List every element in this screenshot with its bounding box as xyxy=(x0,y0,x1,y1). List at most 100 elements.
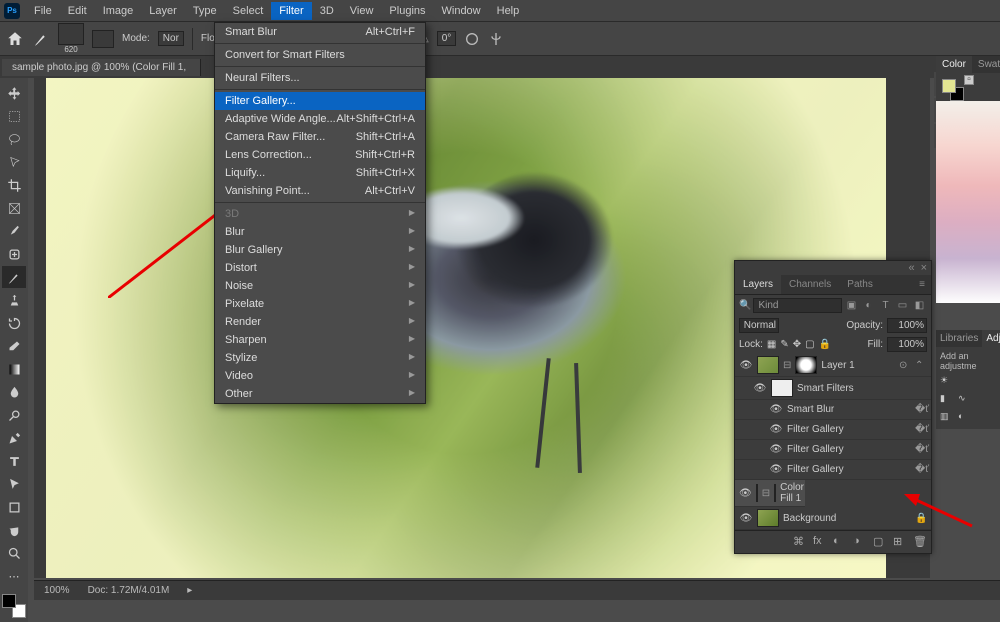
menu-type[interactable]: Type xyxy=(185,2,225,20)
close-panel-icon[interactable]: × xyxy=(921,262,927,274)
healing-tool[interactable] xyxy=(2,243,26,265)
new-layer-icon[interactable]: ⊞ xyxy=(893,535,907,549)
menu-item-render[interactable]: Render xyxy=(215,313,425,331)
photo-filter-adj-icon[interactable]: ◐ xyxy=(958,411,972,425)
menu-item-distort[interactable]: Distort xyxy=(215,259,425,277)
fill-thumb[interactable] xyxy=(756,484,758,502)
menu-filter[interactable]: Filter xyxy=(271,2,311,20)
layer-row-smart-blur[interactable]: 👁Smart Blur�ť xyxy=(735,400,931,420)
brush-tool[interactable] xyxy=(2,266,26,288)
foreground-swatch[interactable] xyxy=(2,594,16,608)
blur-tool[interactable] xyxy=(2,381,26,403)
lock-artboard-icon[interactable]: ▢ xyxy=(805,339,814,350)
layer-filter-select[interactable]: Kind xyxy=(753,298,842,313)
menu-item-camera-raw-filter[interactable]: Camera Raw Filter...Shift+Ctrl+A xyxy=(215,128,425,146)
filter-blend-icon[interactable]: �ť xyxy=(915,464,927,475)
symmetry-icon[interactable] xyxy=(488,31,504,47)
filter-smart-icon[interactable]: ◧ xyxy=(912,298,927,313)
filter-shape-icon[interactable]: ▭ xyxy=(895,298,910,313)
menu-item-blur-gallery[interactable]: Blur Gallery xyxy=(215,241,425,259)
quick-select-tool[interactable] xyxy=(2,151,26,173)
hand-tool[interactable] xyxy=(2,519,26,541)
color-tab[interactable]: Color xyxy=(936,56,972,73)
edit-toolbar-icon[interactable]: ⋯ xyxy=(2,565,26,587)
menu-help[interactable]: Help xyxy=(489,2,528,20)
filter-pixel-icon[interactable]: ▣ xyxy=(844,298,859,313)
color-spectrum[interactable] xyxy=(936,101,1000,303)
lasso-tool[interactable] xyxy=(2,128,26,150)
menu-file[interactable]: File xyxy=(26,2,60,20)
menu-edit[interactable]: Edit xyxy=(60,2,95,20)
filter-adj-icon[interactable]: ◐ xyxy=(861,298,876,313)
layer-mask-thumb[interactable] xyxy=(795,356,817,374)
layer-row-layer-1[interactable]: 👁⊟Layer 1⊙⌃ xyxy=(735,354,931,377)
menu-item-noise[interactable]: Noise xyxy=(215,277,425,295)
clone-stamp-tool[interactable] xyxy=(2,289,26,311)
menu-item-smart-blur[interactable]: Smart BlurAlt+Ctrl+F xyxy=(215,23,425,41)
channels-tab[interactable]: Channels xyxy=(781,275,839,294)
eraser-tool[interactable] xyxy=(2,335,26,357)
angle-field[interactable]: 0° xyxy=(437,31,457,46)
visibility-eye-icon[interactable]: 👁 xyxy=(739,360,753,371)
layer-thumb[interactable] xyxy=(757,356,779,374)
gradient-tool[interactable] xyxy=(2,358,26,380)
menu-3d[interactable]: 3D xyxy=(312,2,342,20)
layer-row-filter-gallery[interactable]: 👁Filter Gallery�ť xyxy=(735,440,931,460)
visibility-eye-icon[interactable]: 👁 xyxy=(769,464,783,475)
status-arrow-icon[interactable]: ▸ xyxy=(187,585,192,596)
visibility-eye-icon[interactable]: 👁 xyxy=(739,488,752,499)
menu-item-sharpen[interactable]: Sharpen xyxy=(215,331,425,349)
visibility-eye-icon[interactable]: 👁 xyxy=(769,444,783,455)
zoom-tool[interactable] xyxy=(2,542,26,564)
lock-transparency-icon[interactable]: ▦ xyxy=(767,339,776,350)
filter-blend-icon[interactable]: �ť xyxy=(915,404,927,415)
layer-mask-icon[interactable]: ◐ xyxy=(833,535,847,549)
levels-adj-icon[interactable]: ▮ xyxy=(940,393,954,407)
brush-size-swatch[interactable]: 620 xyxy=(58,23,84,54)
menu-item-neural-filters[interactable]: Neural Filters... xyxy=(215,69,425,87)
path-select-tool[interactable] xyxy=(2,473,26,495)
layer-row-background[interactable]: 👁Background🔒 xyxy=(735,507,931,530)
brightness-adj-icon[interactable]: ☀ xyxy=(940,375,954,389)
frame-tool[interactable] xyxy=(2,197,26,219)
document-tab[interactable]: sample photo.jpg @ 100% (Color Fill 1, xyxy=(2,59,201,76)
layer-row-smart-filters[interactable]: 👁 Smart Filters xyxy=(735,377,931,400)
filter-type-icon[interactable]: T xyxy=(878,298,893,313)
layer-name[interactable]: Layer 1 xyxy=(821,360,895,371)
shape-tool[interactable] xyxy=(2,496,26,518)
lock-pixels-icon[interactable]: ✎ xyxy=(780,339,788,350)
hue-cube-icon[interactable]: ▫ xyxy=(964,75,974,85)
layer-name[interactable]: Smart Filters xyxy=(797,383,927,394)
delete-layer-icon[interactable]: 🗑 xyxy=(913,535,927,549)
filter-blend-icon[interactable]: �ť xyxy=(915,424,927,435)
new-group-icon[interactable]: ▢ xyxy=(873,535,887,549)
adjustments-tab[interactable]: Adj xyxy=(982,330,1000,347)
menu-item-pixelate[interactable]: Pixelate xyxy=(215,295,425,313)
opacity-field[interactable]: 100% xyxy=(887,318,927,333)
menu-select[interactable]: Select xyxy=(225,2,272,20)
layer-name[interactable]: Filter Gallery xyxy=(787,424,911,435)
layer-name[interactable]: Background xyxy=(783,513,911,524)
crop-tool[interactable] xyxy=(2,174,26,196)
hue-adj-icon[interactable]: ▥ xyxy=(940,411,954,425)
brush-preset-picker[interactable] xyxy=(92,30,114,48)
layer-name[interactable]: Smart Blur xyxy=(787,404,911,415)
pen-tool[interactable] xyxy=(2,427,26,449)
layer-row-color-fill-1[interactable]: 👁⊟Color Fill 1 xyxy=(735,480,805,507)
paths-tab[interactable]: Paths xyxy=(839,275,881,294)
swatches-tab[interactable]: Swatch xyxy=(972,56,1000,73)
menu-item-filter-gallery[interactable]: Filter Gallery... xyxy=(215,92,425,110)
menu-item-vanishing-point[interactable]: Vanishing Point...Alt+Ctrl+V xyxy=(215,182,425,200)
layer-mask-thumb[interactable] xyxy=(774,484,776,502)
menu-window[interactable]: Window xyxy=(434,2,489,20)
brush-tool-icon[interactable] xyxy=(32,30,50,48)
layer-name[interactable]: Color Fill 1 xyxy=(780,482,804,504)
visibility-eye-icon[interactable]: 👁 xyxy=(753,383,767,394)
visibility-eye-icon[interactable]: 👁 xyxy=(769,424,783,435)
fill-field[interactable]: 100% xyxy=(887,337,927,352)
curves-adj-icon[interactable]: ∿ xyxy=(958,393,972,407)
color-swatches[interactable] xyxy=(2,594,26,618)
type-tool[interactable] xyxy=(2,450,26,472)
visibility-eye-icon[interactable]: 👁 xyxy=(739,513,753,524)
menu-item-other[interactable]: Other xyxy=(215,385,425,403)
